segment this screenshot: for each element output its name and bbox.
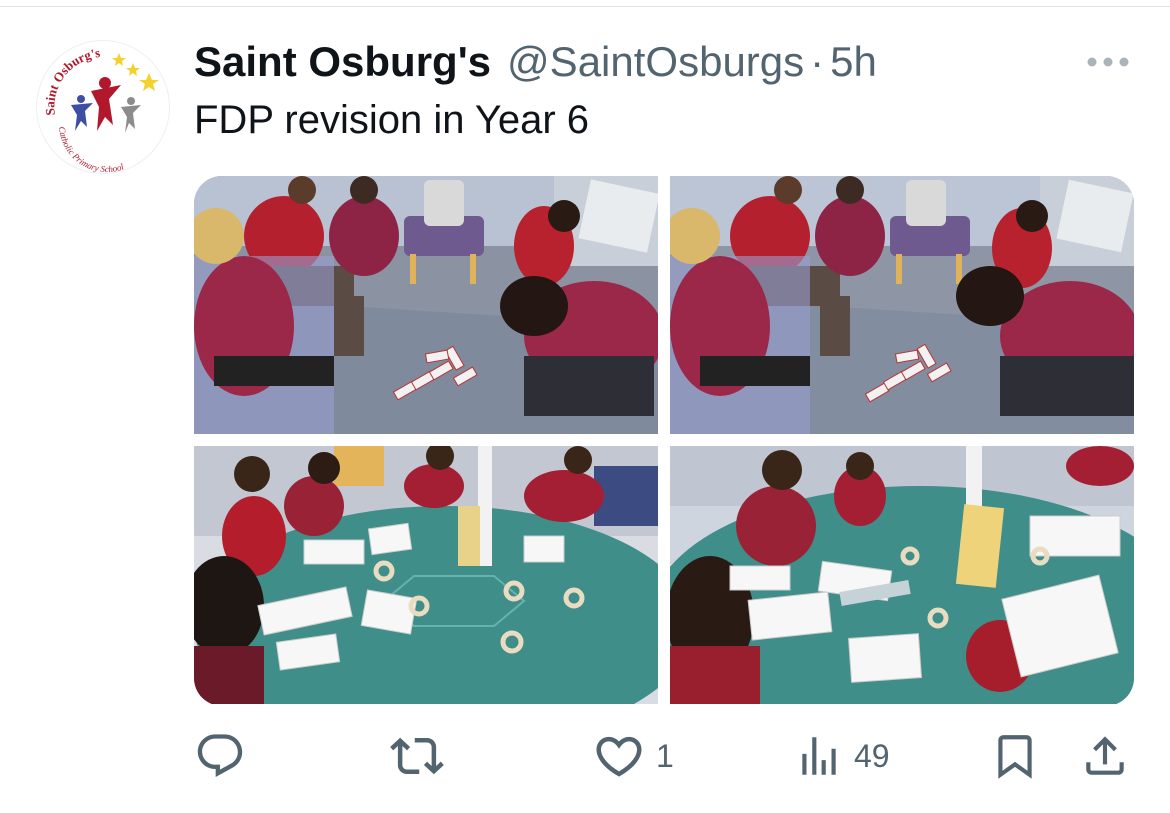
user-handle[interactable]: @SaintOsburgs [507, 38, 804, 86]
heart-icon [596, 736, 642, 777]
bookmark-icon [998, 735, 1032, 779]
photo-1[interactable] [194, 176, 658, 434]
share-button[interactable] [1080, 728, 1130, 784]
photo-2-image [670, 176, 1134, 434]
photo-3-image [194, 446, 658, 704]
display-name[interactable]: Saint Osburg's [194, 38, 491, 86]
avatar[interactable]: Saint Osburg's Catholic Primary School [36, 40, 170, 174]
top-divider [0, 0, 1170, 7]
separator-dot: · [810, 38, 825, 85]
share-icon [1086, 736, 1124, 775]
media-grid [194, 176, 1134, 706]
photo-2[interactable] [670, 176, 1134, 434]
more-dots-icon [1087, 57, 1129, 67]
retweet-icon [390, 737, 444, 775]
bookmark-button[interactable] [990, 728, 1040, 784]
photo-1-image [194, 176, 658, 434]
tweet-header: Saint Osburg's @SaintOsburgs · 5h [194, 38, 877, 86]
views-icon [802, 737, 836, 775]
like-count: 1 [656, 737, 674, 774]
photo-3[interactable] [194, 446, 658, 704]
reply-icon [197, 734, 243, 778]
views-button[interactable]: 49 [794, 728, 890, 784]
views-count: 49 [854, 737, 890, 774]
like-button[interactable]: 1 [592, 728, 674, 784]
more-options-button[interactable] [1080, 48, 1136, 76]
retweet-button[interactable] [390, 728, 454, 784]
action-bar: 1 49 [194, 728, 1134, 784]
reply-button[interactable] [194, 728, 256, 784]
tweet-text: FDP revision in Year 6 [194, 98, 590, 142]
timestamp[interactable]: 5h [830, 38, 877, 86]
school-logo: Saint Osburg's Catholic Primary School [39, 43, 167, 173]
photo-4[interactable] [670, 446, 1134, 704]
photo-4-image [670, 446, 1134, 704]
